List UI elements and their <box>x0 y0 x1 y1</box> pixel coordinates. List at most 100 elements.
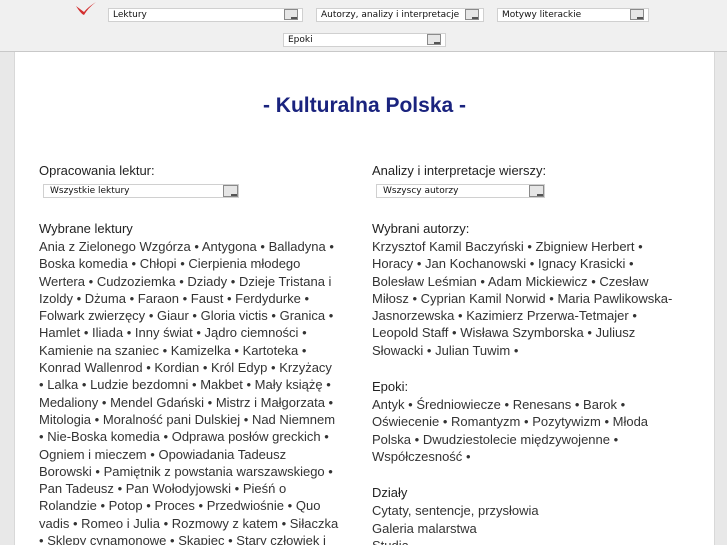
section-link[interactable]: Studia <box>372 537 682 545</box>
list-link[interactable]: Granica <box>280 308 326 323</box>
list-link[interactable]: Lalka <box>47 377 78 392</box>
list-link[interactable]: Iliada <box>92 325 123 340</box>
list-link[interactable]: Medaliony <box>39 395 98 410</box>
separator: • <box>192 377 197 393</box>
list-link[interactable]: Konrad Wallenrod <box>39 360 143 375</box>
all-authors-select[interactable]: Wszyscy autorzy <box>376 184 545 198</box>
separator: • <box>76 290 82 306</box>
autorzy-select[interactable]: Autorzy, analizy i interpretacje <box>316 8 484 22</box>
list-link[interactable]: Balladyna <box>269 239 326 254</box>
list-link[interactable]: Cudzoziemka <box>97 274 176 289</box>
list-link[interactable]: Kordian <box>154 360 199 375</box>
list-link[interactable]: Gloria victis <box>201 308 268 323</box>
list-link[interactable]: Faraon <box>138 291 179 306</box>
list-link[interactable]: Antygona <box>202 239 257 254</box>
list-link[interactable]: Dżuma <box>85 291 126 306</box>
list-link[interactable]: Julian Tuwim <box>435 343 510 358</box>
list-link[interactable]: Kamienie na szaniec <box>39 343 159 358</box>
list-link[interactable]: Faust <box>191 291 224 306</box>
list-link[interactable]: Mitologia <box>39 412 91 427</box>
separator: • <box>129 290 135 306</box>
list-link[interactable]: Mistrz i Małgorzata <box>216 395 325 410</box>
list-link[interactable]: Moralność pani Dulskiej <box>103 412 240 427</box>
list-link[interactable]: Średniowiecze <box>416 397 501 412</box>
lektury-select[interactable]: Lektury <box>108 8 303 22</box>
list-link[interactable]: Giaur <box>157 308 189 323</box>
list-link[interactable]: Romantyzm <box>451 414 520 429</box>
list-link[interactable]: Makbet <box>200 377 243 392</box>
list-link[interactable]: Ania z Zielonego Wzgórza <box>39 239 191 254</box>
list-link[interactable]: Ferdydurke <box>235 291 301 306</box>
list-link[interactable]: Adam Mickiewicz <box>488 274 588 289</box>
list-link[interactable]: Zbigniew Herbert <box>536 239 635 254</box>
list-link[interactable]: Barok <box>583 397 617 412</box>
separator: • <box>228 533 233 545</box>
list-link[interactable]: Krzyżacy <box>279 360 332 375</box>
list-link[interactable]: Pamiętnik z powstania warszawskiego <box>104 464 325 479</box>
list-link[interactable]: Kazimierz Przerwa-Tetmajer <box>466 308 629 323</box>
epoki-select[interactable]: Epoki <box>283 33 446 47</box>
separator: • <box>329 239 334 254</box>
list-link[interactable]: Król Edyp <box>211 360 267 375</box>
list-link[interactable]: Proces <box>154 498 194 513</box>
all-lektury-select[interactable]: Wszystkie lektury <box>43 184 239 198</box>
list-link[interactable]: Ludzie bezdomni <box>90 377 188 392</box>
list-link[interactable]: Chłopi <box>140 256 177 271</box>
list-link[interactable]: Boska komedia <box>39 256 128 271</box>
motywy-select[interactable]: Motywy literackie <box>497 8 649 22</box>
list-link[interactable]: Krzysztof Kamil Baczyński <box>372 239 524 254</box>
list-link[interactable]: Siłaczka <box>290 516 338 531</box>
all-lektury-select-value: Wszystkie lektury <box>50 186 130 196</box>
authors-list: Krzysztof Kamil Baczyński • Zbigniew Her… <box>372 238 682 359</box>
section-link[interactable]: Cytaty, sentencje, przysłowia <box>372 502 682 519</box>
list-link[interactable]: Współczesność <box>372 449 462 464</box>
list-link[interactable]: Odprawa posłów greckich <box>172 429 321 444</box>
list-link[interactable]: Romeo i Julia <box>81 516 160 531</box>
separator: • <box>513 342 519 358</box>
list-link[interactable]: Nad Niemnem <box>252 412 335 427</box>
list-link[interactable]: Jan Kochanowski <box>425 256 526 271</box>
list-link[interactable]: Leopold Staff <box>372 325 448 340</box>
list-link[interactable]: Pozytywizm <box>532 414 601 429</box>
list-link[interactable]: Hamlet <box>39 325 80 340</box>
separator: • <box>301 342 307 358</box>
wiersze-column: Analizy i interpretacje wierszy: Wszyscy… <box>372 162 682 545</box>
sections-list: Cytaty, sentencje, przysłowia Galeria mal… <box>372 502 682 545</box>
list-link[interactable]: Sklepy cynamonowe <box>47 533 166 545</box>
list-link[interactable]: Skąpiec <box>178 533 224 545</box>
list-link[interactable]: Nie-Boska komedia <box>47 429 160 444</box>
separator: • <box>88 273 94 289</box>
list-link[interactable]: Rozmowy z katem <box>172 516 278 531</box>
list-link[interactable]: Ignacy Krasicki <box>538 256 625 271</box>
list-link[interactable]: Cyprian Kamil Norwid <box>421 291 546 306</box>
separator: • <box>146 498 151 514</box>
section-link[interactable]: Galeria malarstwa <box>372 520 682 537</box>
list-link[interactable]: Oświecenie <box>372 414 439 429</box>
list-link[interactable]: Przedwiośnie <box>207 498 284 513</box>
list-link[interactable]: Jądro ciemności <box>205 325 299 340</box>
list-link[interactable]: Bolesław Leśmian <box>372 274 477 289</box>
separator: • <box>131 256 137 272</box>
list-link[interactable]: Horacy <box>372 256 413 271</box>
separator: • <box>202 360 208 376</box>
list-link[interactable]: Inny świat <box>135 325 193 340</box>
list-link[interactable]: Ogniem i mieczem <box>39 447 147 462</box>
separator: • <box>39 429 44 445</box>
autorzy-select-value: Autorzy, analizy i interpretacje <box>321 10 460 20</box>
separator: • <box>83 325 89 341</box>
list-link[interactable]: Pan Wołodyjowski <box>126 481 231 496</box>
list-link[interactable]: Kamizelka <box>171 343 231 358</box>
list-link[interactable]: Dwudziestolecie międzywojenne <box>423 432 610 447</box>
list-link[interactable]: Kartoteka <box>243 343 299 358</box>
list-link[interactable]: Pan Tadeusz <box>39 481 114 496</box>
list-link[interactable]: Antyk <box>372 397 405 412</box>
list-link[interactable]: Folwark zwierzęcy <box>39 308 145 323</box>
lektury-list: Ania z Zielonego Wzgórza • Antygona • Ba… <box>39 238 339 545</box>
list-link[interactable]: Wisława Szymborska <box>460 325 584 340</box>
list-link[interactable]: Mały książę <box>255 377 323 392</box>
list-link[interactable]: Potop <box>109 498 143 513</box>
list-link[interactable]: Mendel Gdański <box>110 395 204 410</box>
list-link[interactable]: Dziady <box>187 274 227 289</box>
list-link[interactable]: Renesans <box>513 397 572 412</box>
separator: • <box>72 515 78 531</box>
